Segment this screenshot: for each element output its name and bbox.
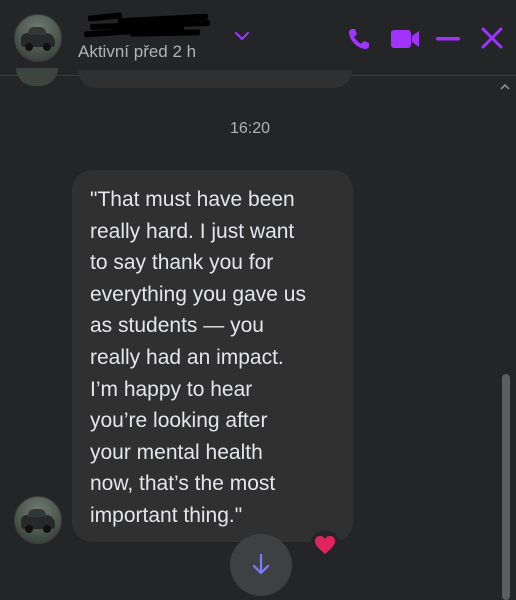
- message-text: "That must have been really hard. I just…: [90, 188, 306, 527]
- video-icon[interactable]: [390, 28, 420, 50]
- contact-avatar[interactable]: [14, 14, 62, 62]
- close-icon[interactable]: [480, 26, 504, 50]
- scroll-to-bottom-button[interactable]: [230, 534, 292, 596]
- arrow-down-icon: [252, 553, 270, 575]
- presence-status: Aktivní před 2 h: [78, 42, 197, 61]
- phone-icon[interactable]: [346, 26, 374, 52]
- heart-reaction[interactable]: [310, 530, 340, 560]
- message-bubble[interactable]: "That must have been really hard. I just…: [72, 170, 353, 542]
- chevron-down-icon[interactable]: [232, 28, 252, 44]
- previous-message-bubble: [78, 70, 352, 88]
- chat-header: Aktivní před 2 h: [0, 0, 516, 76]
- heart-icon: [315, 536, 335, 554]
- previous-avatar-fragment: [16, 68, 58, 86]
- scrollbar-thumb[interactable]: [502, 374, 510, 600]
- message-timestamp: 16:20: [229, 120, 271, 137]
- redacted-contact-name: [80, 12, 216, 38]
- scroll-up-arrow-icon[interactable]: [500, 82, 510, 92]
- sender-avatar[interactable]: [14, 496, 62, 544]
- minimize-icon[interactable]: [436, 36, 460, 42]
